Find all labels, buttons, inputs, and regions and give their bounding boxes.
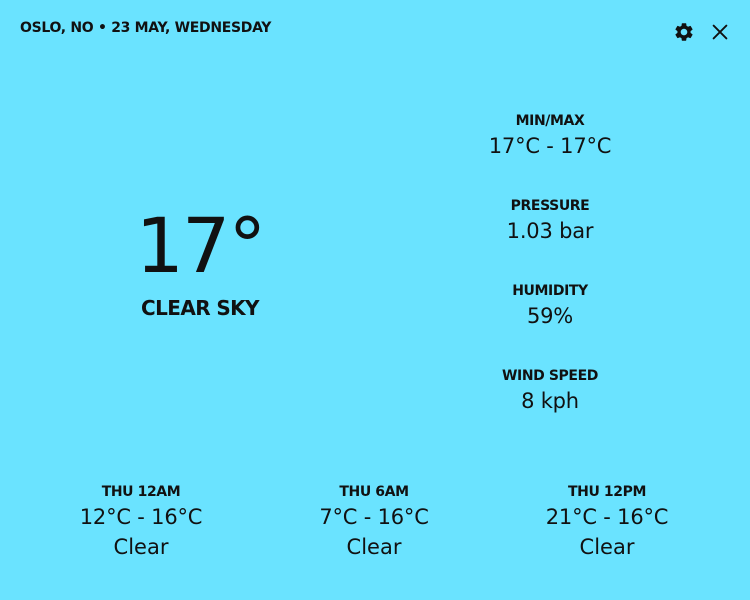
forecast-condition: Clear [113,535,169,559]
forecast-time: THU 6AM [339,484,409,500]
stat-label: WIND SPEED [502,368,598,384]
stat-label: PRESSURE [510,198,590,214]
forecast-range: 7°C - 16°C [319,505,429,529]
forecast-time: THU 12AM [101,484,181,500]
stat-min-max: MIN/MAX 17°C - 17°C [450,112,650,197]
settings-button[interactable] [672,20,696,44]
stat-label: MIN/MAX [515,113,585,129]
stat-pressure: PRESSURE 1.03 bar [450,197,650,282]
forecast-condition: Clear [579,535,635,559]
forecast-range: 21°C - 16°C [545,505,669,529]
stat-label: HUMIDITY [512,283,588,299]
forecast-time: THU 12PM [568,484,646,500]
forecast-item: THU 12AM 12°C - 16°C Clear [56,483,226,560]
stat-value: 1.03 bar [506,219,594,243]
close-icon [709,21,731,43]
stat-value: 17°C - 17°C [488,134,612,158]
forecast-item: THU 6AM 7°C - 16°C Clear [289,483,459,560]
stat-value: 59% [526,304,574,328]
top-actions [672,18,732,46]
current-temperature: 17° [135,201,267,290]
stat-value: 8 kph [521,389,579,413]
gear-icon [673,21,695,43]
location-date: OSLO, NO • 23 MAY, WEDNESDAY [20,20,272,36]
weather-app: OSLO, NO • 23 MAY, WEDNESDAY 17° CLEAR S… [0,0,750,600]
forecast-range: 12°C - 16°C [79,505,203,529]
stats-panel: MIN/MAX 17°C - 17°C PRESSURE 1.03 bar HU… [450,112,650,452]
forecast-item: THU 12PM 21°C - 16°C Clear [522,483,692,560]
current-condition: CLEAR SKY [141,296,260,320]
stat-wind-speed: WIND SPEED 8 kph [450,367,650,452]
stat-humidity: HUMIDITY 59% [450,282,650,367]
forecast-row: THU 12AM 12°C - 16°C Clear THU 6AM 7°C -… [0,483,750,573]
forecast-condition: Clear [346,535,402,559]
current-weather: 17° CLEAR SKY [100,201,300,321]
close-button[interactable] [708,20,732,44]
